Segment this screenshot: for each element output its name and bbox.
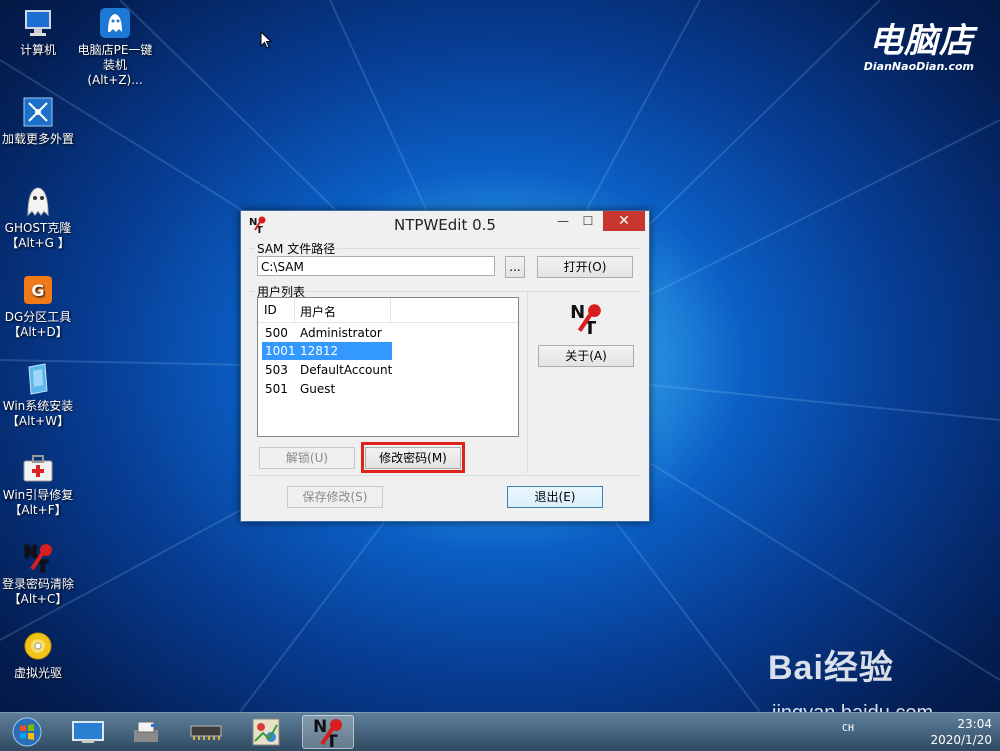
user-list[interactable]: ID 用户名 500 Administrator 1001 12812 503 …	[257, 297, 519, 437]
ghost-icon	[21, 184, 55, 218]
column-divider[interactable]	[294, 298, 295, 322]
minimize-button[interactable]: —	[551, 211, 575, 231]
desktop-icon-ghost[interactable]: GHOST克隆 【Alt+G 】	[0, 184, 76, 251]
watermark-logo: Bai经验	[768, 649, 894, 687]
desktop-icon-win-install[interactable]: Win系统安装 【Alt+W】	[0, 362, 76, 429]
desktop-icon-virtual-drive[interactable]: 虚拟光驱	[0, 629, 76, 681]
boot-repair-icon	[21, 451, 55, 485]
desktop-icon-label: 电脑店PE一键	[77, 43, 153, 57]
user-name: DefaultAccount	[300, 363, 393, 377]
user-name: Administrator	[300, 326, 382, 340]
right-panel: NT 关于(A)	[527, 291, 644, 473]
desktop-icon-sublabel: 【Alt+C】	[8, 592, 68, 606]
desktop-icon-label: 登录密码清除	[1, 577, 74, 591]
desktop-icon-sublabel: 装机(Alt+Z)...	[87, 58, 143, 87]
user-list-header: ID 用户名	[258, 298, 518, 323]
ime-indicator[interactable]: CH	[842, 723, 854, 734]
monitor-icon	[72, 721, 104, 743]
desktop-icon-label: 加载更多外置	[1, 132, 74, 146]
save-changes-button[interactable]: 保存修改(S)	[287, 486, 383, 508]
clock-date: 2020/1/20	[930, 733, 992, 747]
column-header-username[interactable]: 用户名	[300, 303, 336, 320]
virtual-drive-icon	[21, 629, 55, 663]
memory-chip-icon	[190, 725, 222, 740]
desktop-icon-computer[interactable]: 计算机	[0, 6, 76, 58]
column-header-id[interactable]: ID	[264, 303, 277, 317]
desktop-icon-sublabel: 【Alt+F】	[9, 503, 67, 517]
browse-button[interactable]: ...	[505, 256, 525, 278]
user-row-selected[interactable]: 1001 12812	[262, 342, 392, 360]
ntpwedit-taskbar-icon: NT	[313, 717, 342, 748]
brand-url: DianNaoDian.com	[863, 60, 974, 73]
desktop-icon-label: 虚拟光驱	[13, 666, 62, 680]
desktop-icon-label: DG分区工具	[4, 310, 72, 324]
start-button[interactable]	[2, 715, 52, 749]
about-button[interactable]: 关于(A)	[538, 345, 634, 367]
ntpwedit-window: NT NTPWEdit 0.5 — ☐ ✕ SAM 文件路径 C:\SAM ..…	[240, 210, 650, 522]
desktop-icon-load-more[interactable]: 加载更多外置	[0, 95, 76, 147]
taskbar-item-tools[interactable]	[120, 715, 172, 749]
sam-path-label: SAM 文件路径	[255, 240, 338, 257]
open-button[interactable]: 打开(O)	[537, 256, 633, 278]
desktop-icon-sublabel: 【Alt+W】	[6, 414, 70, 428]
unlock-button[interactable]: 解锁(U)	[259, 447, 355, 469]
sam-path-field[interactable]: C:\SAM	[257, 256, 495, 276]
ntpwedit-logo-icon: NT	[570, 302, 601, 335]
user-name: 12812	[300, 344, 339, 358]
user-row[interactable]: 501 Guest	[262, 380, 392, 398]
column-divider[interactable]	[390, 298, 391, 322]
windows-orb-icon	[12, 717, 42, 747]
exit-button[interactable]: 退出(E)	[507, 486, 603, 508]
computer-icon	[21, 6, 55, 40]
brand-name: 电脑店	[869, 21, 974, 61]
system-clock[interactable]: 23:04 2020/1/20	[930, 716, 992, 748]
desktop-icon-diskgenius[interactable]: G DG分区工具 【Alt+D】	[0, 273, 76, 340]
mouse-cursor-icon	[260, 31, 272, 49]
clock-time: 23:04	[957, 717, 992, 731]
user-id: 1001	[265, 344, 296, 358]
password-clear-icon: NT	[21, 540, 55, 574]
taskbar-item-ntpwedit[interactable]: NT	[302, 715, 354, 749]
desktop-icon-sublabel: 【Alt+D】	[8, 325, 68, 339]
baidu-watermark: Bai经验 jingyan.baidu.com	[768, 640, 933, 724]
ghost-installer-icon	[98, 6, 132, 40]
load-more-icon	[21, 95, 55, 129]
brand-logo: 电脑店 DianNaoDian.com	[864, 22, 974, 74]
taskbar-item-network[interactable]	[240, 715, 292, 749]
taskbar-item-memory[interactable]	[180, 715, 232, 749]
win-install-icon	[21, 362, 55, 396]
desktop-icon-pe-installer[interactable]: 电脑店PE一键 装机(Alt+Z)...	[77, 6, 153, 88]
diskgenius-icon: G	[21, 273, 55, 307]
user-row[interactable]: 503 DefaultAccount	[262, 361, 392, 379]
desktop-icon-label: GHOST克隆	[4, 221, 72, 235]
user-name: Guest	[300, 382, 336, 396]
close-button[interactable]: ✕	[603, 211, 645, 231]
taskbar-item-screen[interactable]	[62, 715, 114, 749]
desktop-icon-label: Win引导修复	[2, 488, 74, 502]
window-titlebar[interactable]: NT NTPWEdit 0.5 — ☐ ✕	[241, 211, 649, 239]
network-map-icon	[252, 718, 280, 746]
user-id: 500	[265, 326, 288, 340]
taskbar: NT CH 23:04 2020/1/20	[0, 712, 1000, 751]
bottom-separator	[249, 475, 641, 476]
desktop-icon-label: Win系统安装	[2, 399, 74, 413]
user-id: 501	[265, 382, 288, 396]
desktop-icon-boot-repair[interactable]: Win引导修复 【Alt+F】	[0, 451, 76, 518]
maximize-button[interactable]: ☐	[575, 211, 601, 231]
desktop-icon-sublabel: 【Alt+G 】	[6, 236, 70, 250]
user-id: 503	[265, 363, 288, 377]
change-password-highlight	[361, 442, 465, 473]
user-row[interactable]: 500 Administrator	[262, 324, 392, 342]
svg-text:G: G	[31, 281, 44, 300]
desktop-icon-label: 计算机	[19, 43, 56, 57]
printer-tools-icon	[134, 721, 158, 742]
desktop-icon-password-clear[interactable]: NT 登录密码清除 【Alt+C】	[0, 540, 76, 607]
